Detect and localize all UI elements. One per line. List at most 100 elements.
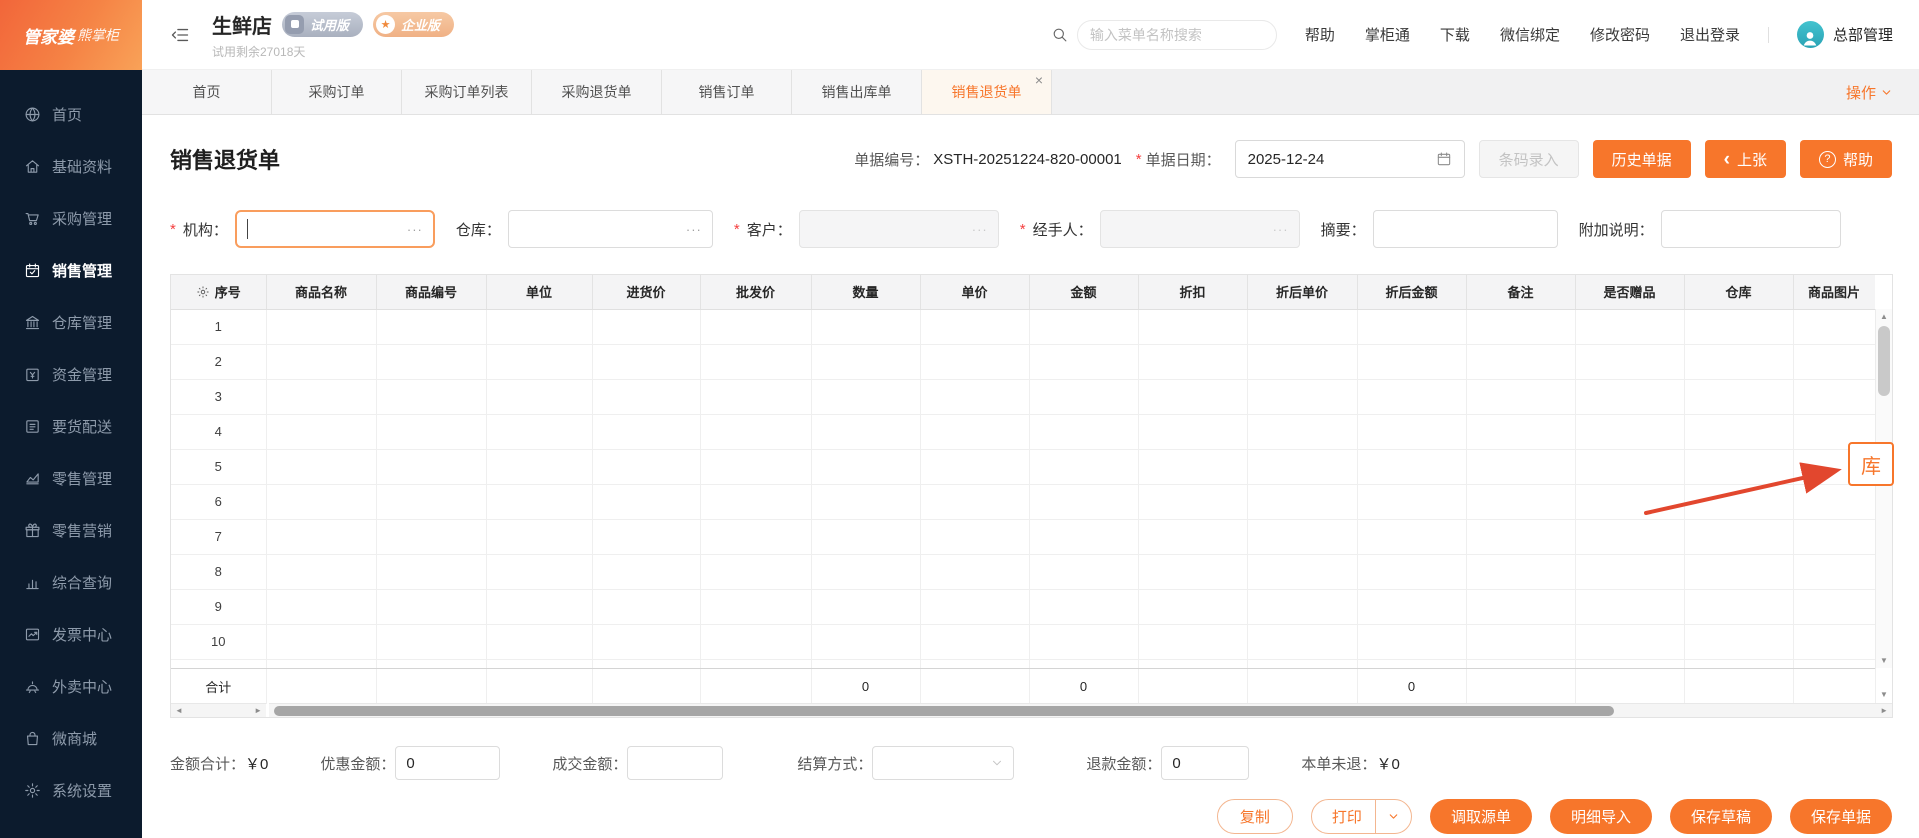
save-doc-button[interactable]: 保存单据 bbox=[1789, 799, 1892, 834]
row-number-cell[interactable]: 1 bbox=[171, 309, 267, 345]
grid-cell[interactable] bbox=[1575, 554, 1685, 590]
grid-cell[interactable] bbox=[1466, 554, 1576, 590]
grid-cell[interactable] bbox=[1793, 344, 1875, 380]
grid-cell[interactable] bbox=[376, 309, 487, 345]
grid-cell[interactable] bbox=[1247, 554, 1358, 590]
ellipsis-icon[interactable]: ··· bbox=[972, 222, 988, 237]
grid-cell[interactable] bbox=[171, 659, 267, 668]
grid-cell[interactable] bbox=[1575, 659, 1685, 668]
sidebar-item-invoice[interactable]: 发票中心 bbox=[0, 608, 142, 660]
grid-cell[interactable] bbox=[1029, 589, 1139, 625]
grid-cell[interactable] bbox=[1684, 309, 1794, 345]
grid-cell[interactable] bbox=[376, 484, 487, 520]
grid-cell[interactable] bbox=[1138, 309, 1248, 345]
grid-cell[interactable] bbox=[1029, 624, 1139, 660]
grid-cell[interactable] bbox=[1138, 659, 1248, 668]
grid-cell[interactable] bbox=[486, 484, 593, 520]
grid-cell[interactable] bbox=[486, 554, 593, 590]
help-button[interactable]: ? 帮助 bbox=[1799, 140, 1892, 178]
discount-input[interactable] bbox=[395, 746, 501, 780]
grid-cell[interactable] bbox=[1684, 484, 1794, 520]
grid-cell[interactable] bbox=[592, 554, 701, 590]
row-number-cell[interactable]: 4 bbox=[171, 414, 267, 450]
grid-cell[interactable] bbox=[1575, 624, 1685, 660]
grid-cell[interactable] bbox=[1357, 309, 1467, 345]
grid-cell[interactable] bbox=[1138, 519, 1248, 555]
grid-cell[interactable] bbox=[920, 624, 1030, 660]
detail-import-button[interactable]: 明细导入 bbox=[1549, 799, 1652, 834]
grid-cell[interactable] bbox=[1684, 449, 1794, 485]
logout-link[interactable]: 退出登录 bbox=[1680, 24, 1740, 45]
hscroll-thumb[interactable] bbox=[274, 706, 1614, 716]
sidebar-item-home[interactable]: 首页 bbox=[0, 88, 142, 140]
sidebar-item-takeout[interactable]: 外卖中心 bbox=[0, 660, 142, 712]
sidebar-item-purchase[interactable]: 采购管理 bbox=[0, 192, 142, 244]
grid-cell[interactable] bbox=[1357, 589, 1467, 625]
grid-cell[interactable] bbox=[1575, 484, 1685, 520]
search-input[interactable] bbox=[1076, 19, 1277, 50]
grid-cell[interactable] bbox=[1247, 379, 1358, 415]
scroll-down-icon[interactable]: ▼ bbox=[1876, 653, 1892, 668]
grid-cell[interactable] bbox=[592, 624, 701, 660]
grid-cell[interactable] bbox=[592, 659, 701, 668]
grid-cell[interactable] bbox=[1247, 414, 1358, 450]
vscroll-track[interactable] bbox=[1876, 324, 1892, 653]
grid-cell[interactable] bbox=[920, 589, 1030, 625]
grid-cell[interactable] bbox=[700, 484, 812, 520]
scroll-up-icon[interactable]: ▲ bbox=[1876, 309, 1892, 324]
grid-cell[interactable] bbox=[486, 624, 593, 660]
grid-cell[interactable] bbox=[266, 589, 377, 625]
grid-cell[interactable] bbox=[1684, 589, 1794, 625]
tab-close-icon[interactable]: × bbox=[1035, 72, 1043, 88]
grid-cell[interactable] bbox=[700, 309, 812, 345]
ellipsis-icon[interactable]: ··· bbox=[686, 222, 702, 237]
handler-input[interactable]: ··· bbox=[1099, 210, 1300, 248]
grid-cell[interactable] bbox=[266, 659, 377, 668]
grid-cell[interactable] bbox=[376, 379, 487, 415]
grid-cell[interactable] bbox=[376, 344, 487, 380]
grid-cell[interactable] bbox=[1357, 659, 1467, 668]
grid-cell[interactable] bbox=[592, 484, 701, 520]
grid-cell[interactable] bbox=[1466, 624, 1576, 660]
grid-cell[interactable] bbox=[486, 449, 593, 485]
print-options-button[interactable] bbox=[1374, 800, 1411, 833]
grid-cell[interactable] bbox=[1357, 344, 1467, 380]
grid-cell[interactable] bbox=[1684, 554, 1794, 590]
grid-cell[interactable] bbox=[1575, 519, 1685, 555]
grid-cell[interactable] bbox=[266, 624, 377, 660]
grid-cell[interactable] bbox=[920, 414, 1030, 450]
grid-cell[interactable] bbox=[1247, 344, 1358, 380]
grid-cell[interactable] bbox=[1466, 589, 1576, 625]
grid-cell[interactable] bbox=[1575, 589, 1685, 625]
scroll-right-icon[interactable]: ► bbox=[1880, 706, 1888, 715]
warehouse-highlight-button[interactable]: 库 bbox=[1848, 442, 1894, 486]
change-password-link[interactable]: 修改密码 bbox=[1590, 24, 1650, 45]
history-docs-button[interactable]: 历史单据 bbox=[1592, 140, 1691, 178]
grid-cell[interactable] bbox=[1357, 379, 1467, 415]
grid-cell[interactable] bbox=[266, 344, 377, 380]
prev-doc-button[interactable]: ‹ 上张 bbox=[1704, 140, 1786, 178]
grid-cell[interactable] bbox=[1029, 414, 1139, 450]
grid-cell[interactable] bbox=[1466, 659, 1576, 668]
grid-cell[interactable] bbox=[376, 554, 487, 590]
deal-amount-input[interactable] bbox=[627, 746, 724, 780]
grid-cell[interactable] bbox=[592, 379, 701, 415]
grid-cell[interactable] bbox=[1029, 484, 1139, 520]
grid-cell[interactable] bbox=[920, 449, 1030, 485]
grid-cell[interactable] bbox=[700, 554, 812, 590]
frozen-pane-hscrollbar[interactable]: ◄ ► bbox=[171, 703, 266, 717]
refund-input[interactable] bbox=[1161, 746, 1250, 780]
grid-cell[interactable] bbox=[1029, 554, 1139, 590]
save-draft-button[interactable]: 保存草稿 bbox=[1669, 799, 1772, 834]
customer-input[interactable]: ··· bbox=[798, 210, 999, 248]
grid-cell[interactable] bbox=[266, 379, 377, 415]
doc-date-input[interactable]: 2025-12-24 bbox=[1234, 140, 1465, 178]
grid-cell[interactable] bbox=[920, 344, 1030, 380]
grid-cell[interactable] bbox=[266, 519, 377, 555]
grid-cell[interactable] bbox=[1029, 519, 1139, 555]
grid-cell[interactable] bbox=[700, 449, 812, 485]
grid-cell[interactable] bbox=[811, 659, 921, 668]
grid-cell[interactable] bbox=[700, 659, 812, 668]
grid-cell[interactable] bbox=[811, 379, 921, 415]
grid-cell[interactable] bbox=[376, 519, 487, 555]
